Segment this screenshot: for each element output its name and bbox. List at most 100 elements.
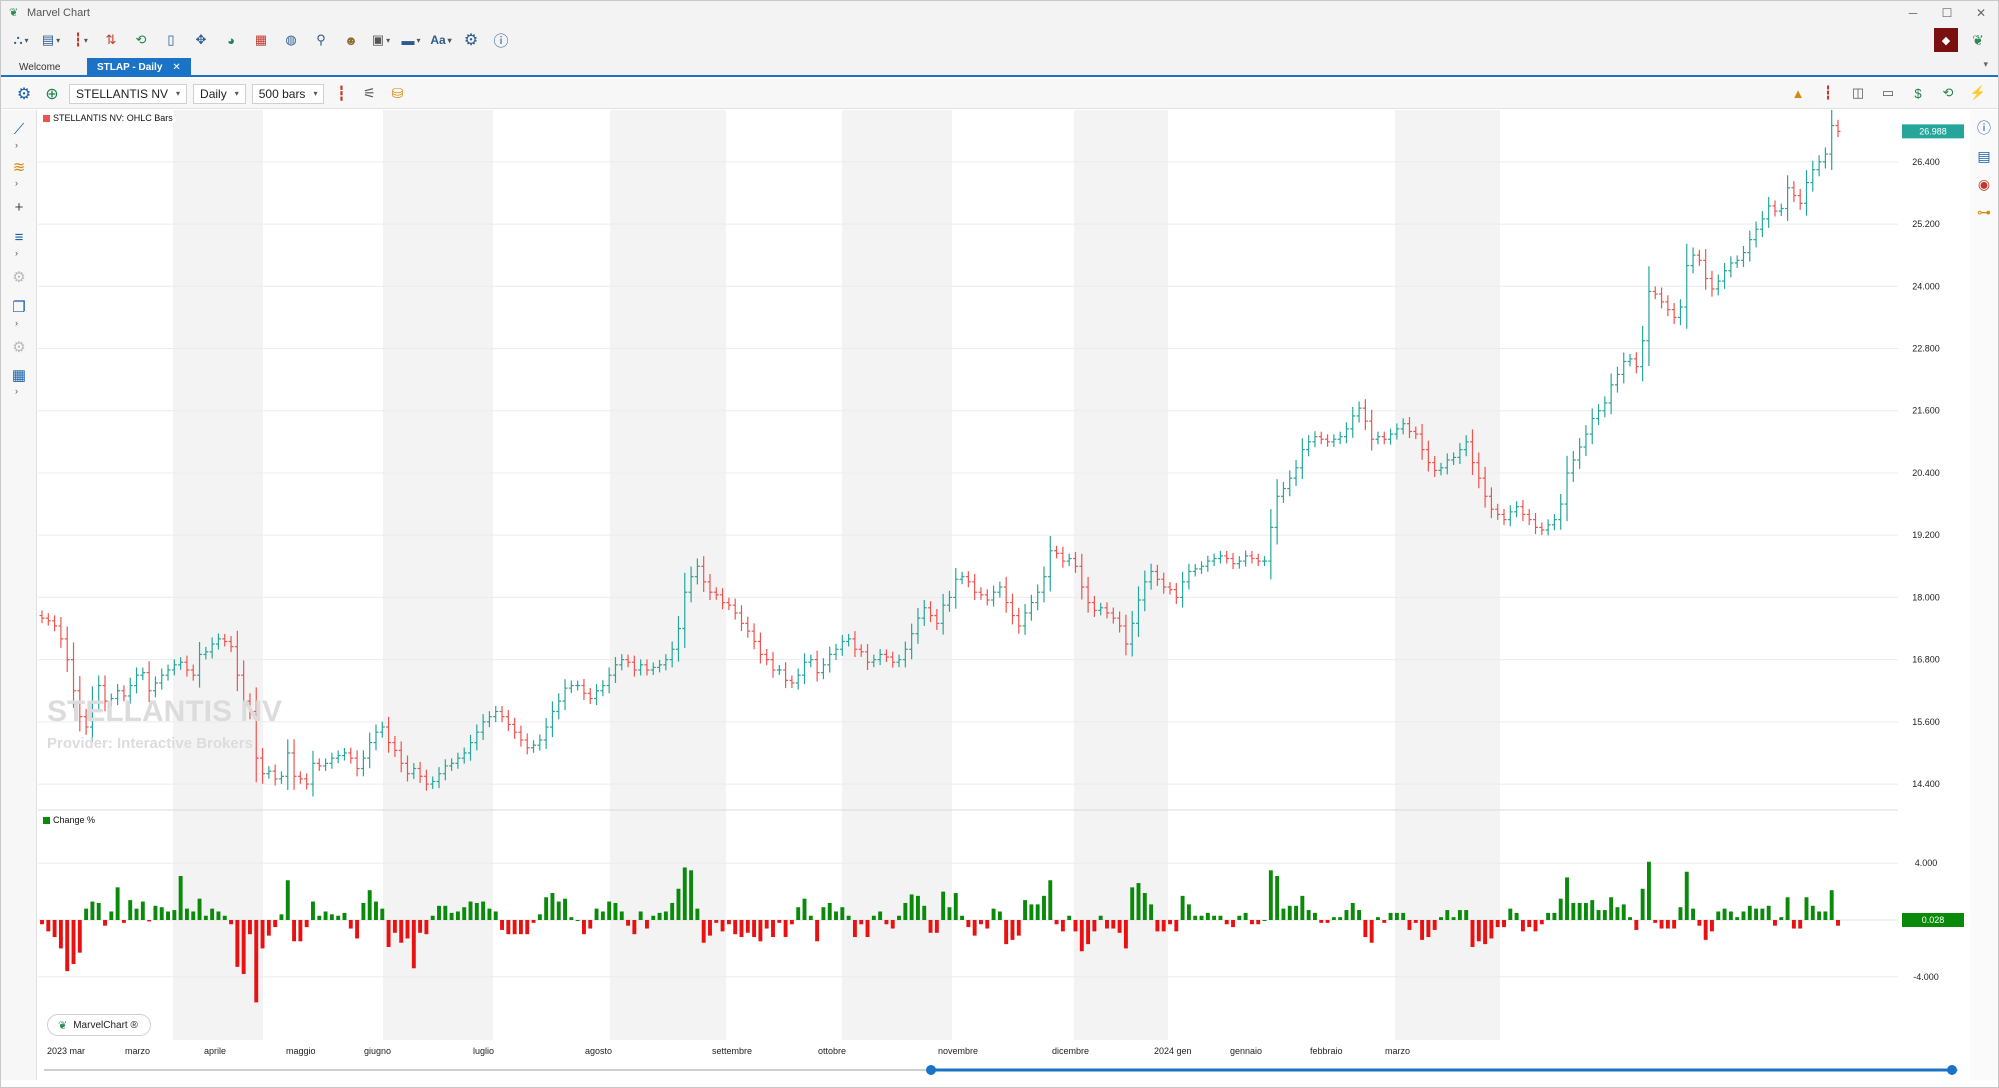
change-bar <box>84 908 89 920</box>
price-tick-label: 15.600 <box>1912 717 1940 727</box>
indicators-icon[interactable]: ⚟ <box>358 83 380 105</box>
font-icon[interactable]: Aa ▾ <box>429 28 453 52</box>
trendline-icon[interactable]: ⟋ <box>7 118 31 140</box>
search-user-icon[interactable]: ⚲ <box>309 28 333 52</box>
chevron-right-icon[interactable]: › <box>15 318 18 328</box>
main-toolbar: ⛬ ▾ ▤ ▾ ┇ ▾ ⇅ ⟲ ▯ ✥ ◕ ▦ ◍ ⚲ ☻ ▣ ▾ ▬ ▾ Aa ▾ ⚙ ⓘ… <box>1 25 1998 55</box>
pie-icon[interactable]: ◕ <box>219 28 243 52</box>
volume-profile-icon[interactable]: ≡ <box>7 226 31 248</box>
price-tick-label: 22.800 <box>1912 344 1940 354</box>
brand-badge[interactable]: ❦ MarvelChart ® <box>47 1014 151 1036</box>
tab-stlap-daily[interactable]: STLAP - Daily ✕ <box>87 58 191 76</box>
info-icon[interactable]: ⓘ <box>489 28 513 52</box>
scrollbar-handle-left[interactable] <box>926 1065 936 1075</box>
change-bar <box>1735 917 1740 920</box>
keyboard-icon[interactable]: ▭ <box>1878 83 1898 103</box>
bolt-icon[interactable]: ⚡ <box>1968 83 1988 103</box>
marvel-green-icon[interactable]: ❦ <box>1966 28 1990 52</box>
chevron-down-icon[interactable]: ▾ <box>1983 59 1988 70</box>
chart-settings-icon[interactable]: ⚙ <box>13 83 35 105</box>
change-tick-label: 4.000 <box>1915 858 1938 868</box>
cart-icon[interactable]: ▲ <box>1788 83 1808 103</box>
crosshair-tool-icon[interactable]: + <box>7 196 31 218</box>
info-icon[interactable]: ⓘ <box>1974 118 1994 138</box>
symbol-select[interactable]: STELLANTIS NV ▾ <box>69 83 188 104</box>
ohlc-bar <box>505 710 511 732</box>
calendar-icon[interactable]: ▦ <box>249 28 273 52</box>
fibonacci-icon[interactable]: ≋ <box>7 156 31 178</box>
layers-icon[interactable]: ❐ <box>7 296 31 318</box>
change-bar <box>1653 920 1658 923</box>
change-bar <box>1476 920 1481 942</box>
ohlc-bar <box>1659 287 1665 309</box>
globe-icon[interactable]: ◍ <box>279 28 303 52</box>
close-button[interactable]: ✕ <box>1964 1 1998 25</box>
ohlc-bar <box>783 662 789 689</box>
line-style-icon[interactable]: ▬ ▾ <box>399 28 423 52</box>
ohlc-bar <box>562 679 568 711</box>
change-bar <box>588 920 593 929</box>
ohlc-bar <box>1262 556 1268 567</box>
change-bar <box>1728 911 1733 920</box>
time-tick-label: marzo <box>125 1046 150 1056</box>
history-icon[interactable]: ⟲ <box>1938 83 1958 103</box>
change-bar <box>594 908 599 920</box>
ohlc-bar <box>1066 553 1072 567</box>
add-icon[interactable]: ⊕ <box>41 83 63 105</box>
chevron-right-icon[interactable]: › <box>15 248 18 258</box>
chevron-right-icon[interactable]: › <box>15 178 18 188</box>
bar-type-icon[interactable]: ┇ ▾ <box>69 28 93 52</box>
change-bar <box>1060 920 1065 932</box>
change-bar <box>745 920 750 933</box>
change-bar <box>1596 910 1601 920</box>
tab-welcome[interactable]: Welcome <box>9 58 71 76</box>
notes-icon[interactable]: ▤ <box>1974 146 1994 166</box>
change-bar <box>474 902 479 920</box>
change-bar <box>1760 908 1765 920</box>
bars-select[interactable]: 500 bars ▾ <box>251 83 325 104</box>
timeframe-select[interactable]: Daily ▾ <box>193 83 246 104</box>
ohlc-bar <box>1060 546 1066 568</box>
change-bar <box>134 908 139 920</box>
chevron-right-icon[interactable]: › <box>15 386 18 396</box>
ohlc-bar <box>1829 110 1835 171</box>
window-icon[interactable]: ▣ ▾ <box>369 28 393 52</box>
refresh-icon[interactable]: ⟲ <box>129 28 153 52</box>
ticket-icon[interactable]: ◫ <box>1848 83 1868 103</box>
app-red-icon[interactable]: ◆ <box>1934 28 1958 52</box>
chart-area[interactable]: 26.400 25.200 24.000 22.800 21.600 20.400 19.2… <box>38 110 1972 1080</box>
hierarchy-icon[interactable]: ⊶ <box>1974 202 1994 222</box>
change-bar <box>1527 920 1532 928</box>
change-bar <box>1640 888 1645 920</box>
database-icon[interactable]: ⛁ <box>386 83 408 105</box>
settings-icon[interactable]: ⚙ <box>459 28 483 52</box>
ohlc-bar <box>1766 196 1772 228</box>
bars-value: 500 bars <box>258 86 306 101</box>
ohlc-bar <box>1835 119 1841 138</box>
maximize-button[interactable]: ☐ <box>1930 1 1964 25</box>
bars-icon[interactable]: ┇ <box>1818 83 1838 103</box>
chart-type-icon[interactable]: ┇ <box>330 83 352 105</box>
user-icon[interactable]: ☻ <box>339 28 363 52</box>
change-bar <box>46 920 51 932</box>
chevron-right-icon[interactable]: › <box>15 140 18 150</box>
dollar-icon[interactable]: $ <box>1908 83 1928 103</box>
network-icon[interactable]: ⛬ ▾ <box>9 28 33 52</box>
change-bar <box>1294 905 1299 920</box>
grid-icon[interactable]: ▦ <box>7 364 31 386</box>
compare-icon[interactable]: ⇅ <box>99 28 123 52</box>
ohlc-bar <box>587 687 593 704</box>
alert-icon[interactable]: ◉ <box>1974 174 1994 194</box>
scrollbar-handle-right[interactable] <box>1947 1065 1957 1075</box>
change-bar <box>380 908 385 920</box>
change-bar <box>493 911 498 920</box>
document-icon[interactable]: ▯ <box>159 28 183 52</box>
crosshair-icon[interactable]: ✥ <box>189 28 213 52</box>
minimize-button[interactable]: ─ <box>1896 1 1930 25</box>
tab-close-icon[interactable]: ✕ <box>172 62 180 73</box>
change-bar <box>1672 920 1677 929</box>
change-bar <box>96 902 101 920</box>
change-bar <box>808 915 813 920</box>
layout-icon[interactable]: ▤ ▾ <box>39 28 63 52</box>
ohlc-bar <box>802 653 808 685</box>
